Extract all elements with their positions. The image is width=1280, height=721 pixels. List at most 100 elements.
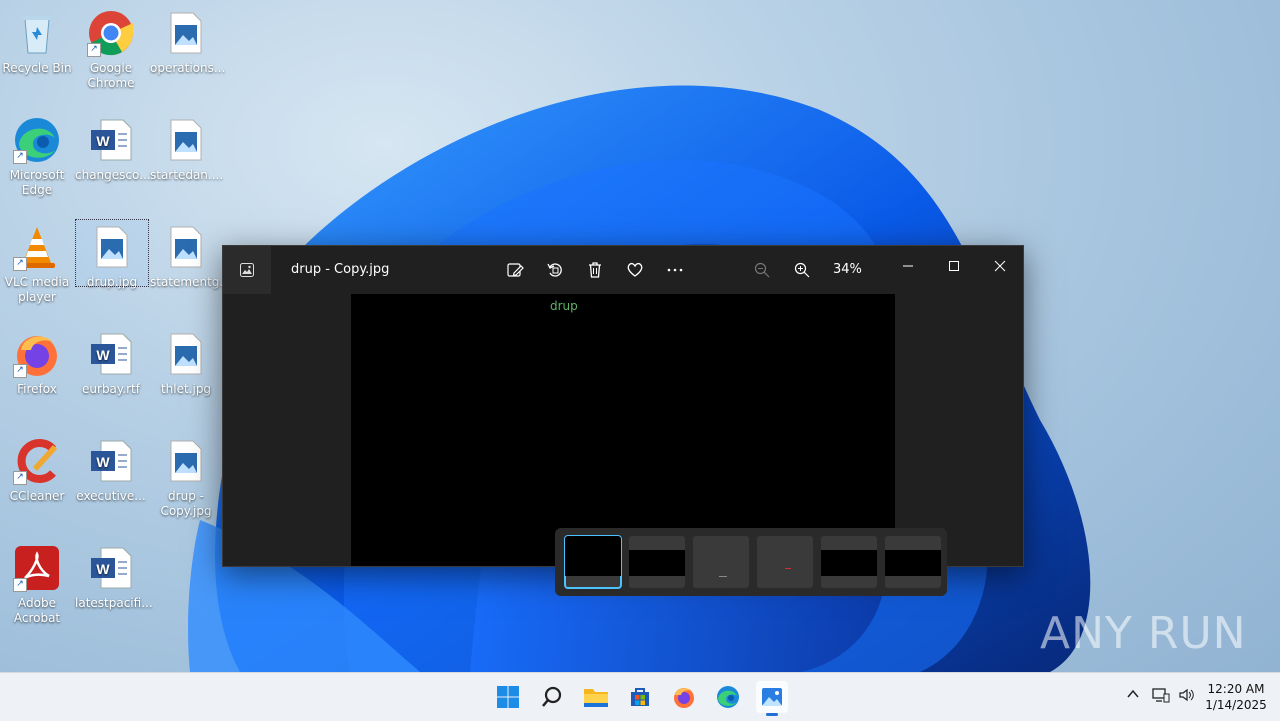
zoom-in-icon[interactable] bbox=[790, 258, 814, 282]
desktop-icon-label: latestpacifi... bbox=[75, 596, 153, 610]
thumbnail[interactable] bbox=[757, 536, 813, 588]
shortcut-arrow-icon: ↗ bbox=[13, 578, 27, 592]
desktop-icon-label: Google Chrome bbox=[87, 61, 135, 90]
image-file-icon bbox=[162, 437, 210, 485]
network-icon[interactable] bbox=[1152, 687, 1170, 706]
svg-text:W: W bbox=[96, 347, 110, 363]
desktop-icon-latestpacifi[interactable]: W latestpacifi... bbox=[75, 538, 153, 611]
thumbnail[interactable] bbox=[564, 535, 622, 589]
desktop-icon-label: VLC media player bbox=[4, 275, 70, 304]
taskbar: 12:20 AM 1/14/2025 bbox=[0, 672, 1280, 721]
desktop-icon-label: Microsoft Edge bbox=[9, 168, 65, 197]
more-icon[interactable] bbox=[663, 258, 687, 282]
desktop-icon-label: thlet.jpg bbox=[160, 382, 212, 396]
desktop-icon-statementg[interactable]: statementg... bbox=[150, 217, 231, 290]
watermark: ANY RUN bbox=[1040, 608, 1247, 659]
desktop-icon-drup-copy[interactable]: drup - Copy.jpg bbox=[150, 431, 222, 519]
rotate-icon[interactable] bbox=[543, 258, 567, 282]
desktop-icon-label: CCleaner bbox=[9, 489, 65, 503]
maximize-button[interactable] bbox=[931, 252, 977, 280]
thumbnail[interactable] bbox=[821, 536, 877, 588]
zoom-out-icon[interactable] bbox=[750, 258, 774, 282]
firefox-icon[interactable] bbox=[668, 681, 700, 713]
desktop-icon-label: statementg... bbox=[150, 275, 231, 289]
desktop-icon-startedan[interactable]: startedan.... bbox=[150, 110, 224, 183]
thumbnail[interactable] bbox=[629, 536, 685, 588]
vlc-cone-icon: ↗ bbox=[13, 223, 61, 271]
chrome-icon: ↗ bbox=[87, 9, 135, 57]
desktop-icon-drup-jpg[interactable]: drup.jpg bbox=[75, 219, 149, 289]
image-file-icon bbox=[88, 223, 136, 271]
delete-icon[interactable] bbox=[583, 258, 607, 282]
image-content-text: drup bbox=[550, 299, 578, 313]
window-title: drup - Copy.jpg bbox=[291, 262, 390, 277]
svg-text:W: W bbox=[96, 561, 110, 577]
desktop-icon-ccleaner[interactable]: ↗ CCleaner bbox=[1, 431, 73, 504]
desktop-icon-label: drup - Copy.jpg bbox=[160, 489, 212, 518]
svg-text:W: W bbox=[96, 133, 110, 149]
recycle-bin-icon bbox=[13, 9, 61, 57]
acrobat-icon: ↗ bbox=[13, 544, 61, 592]
photos-app-icon[interactable] bbox=[223, 246, 271, 294]
desktop-icon-label: drup.jpg bbox=[86, 275, 138, 289]
desktop-icon-eurbay[interactable]: W eurbay.rtf bbox=[75, 324, 147, 397]
image-file-icon bbox=[162, 330, 210, 378]
word-document-icon: W bbox=[87, 544, 135, 592]
word-document-icon: W bbox=[87, 116, 135, 164]
desktop-icon-thlet[interactable]: thlet.jpg bbox=[150, 324, 222, 397]
title-bar[interactable]: drup - Copy.jpg 34% bbox=[223, 246, 1023, 294]
clock[interactable]: 12:20 AM 1/14/2025 bbox=[1196, 681, 1276, 713]
edge-icon[interactable] bbox=[712, 681, 744, 713]
favorite-icon[interactable] bbox=[623, 258, 647, 282]
photos-icon[interactable] bbox=[756, 681, 788, 716]
desktop-icon-label: startedan.... bbox=[150, 168, 224, 182]
word-document-icon: W bbox=[87, 330, 135, 378]
desktop-icon-google-chrome[interactable]: ↗ Google Chrome bbox=[75, 3, 147, 91]
edit-image-icon[interactable] bbox=[503, 258, 527, 282]
desktop-icon-label: changesco... bbox=[75, 168, 151, 182]
shortcut-arrow-icon: ↗ bbox=[13, 471, 27, 485]
volume-icon[interactable] bbox=[1178, 687, 1196, 706]
shortcut-arrow-icon: ↗ bbox=[13, 257, 27, 271]
image-file-icon bbox=[162, 116, 210, 164]
clock-time: 12:20 AM bbox=[1207, 682, 1265, 696]
desktop-icon-label: Recycle Bin bbox=[2, 61, 72, 75]
desktop-icon-operations[interactable]: operations... bbox=[150, 3, 226, 76]
shortcut-arrow-icon: ↗ bbox=[87, 43, 101, 57]
minimize-button[interactable] bbox=[885, 252, 931, 280]
clock-date: 1/14/2025 bbox=[1205, 698, 1267, 712]
desktop-icon-firefox[interactable]: ↗ Firefox bbox=[1, 324, 73, 397]
start-icon[interactable] bbox=[492, 681, 524, 713]
file-explorer-icon[interactable] bbox=[580, 681, 612, 713]
desktop-icon-executive[interactable]: W executive... bbox=[75, 431, 147, 504]
image-viewport[interactable]: drup bbox=[351, 294, 947, 596]
desktop-icon-recycle-bin[interactable]: Recycle Bin bbox=[1, 3, 73, 76]
image-file-icon bbox=[162, 223, 210, 271]
filmstrip[interactable] bbox=[555, 528, 947, 596]
search-icon[interactable] bbox=[536, 681, 568, 713]
close-button[interactable] bbox=[977, 252, 1023, 280]
zoom-level[interactable]: 34% bbox=[833, 262, 862, 277]
ccleaner-icon: ↗ bbox=[13, 437, 61, 485]
photos-window[interactable]: drup - Copy.jpg 34% drup bbox=[222, 245, 1024, 596]
desktop-icon-label: operations... bbox=[150, 61, 226, 75]
desktop-icon-label: Firefox bbox=[17, 382, 57, 396]
shortcut-arrow-icon: ↗ bbox=[13, 364, 27, 378]
thumbnail[interactable] bbox=[693, 536, 749, 588]
image-file-icon bbox=[162, 9, 210, 57]
desktop-icon-label: eurbay.rtf bbox=[82, 382, 140, 396]
chevron-up-icon[interactable] bbox=[1126, 687, 1140, 704]
thumbnail[interactable] bbox=[885, 536, 941, 588]
desktop-icon-vlc[interactable]: ↗ VLC media player bbox=[1, 217, 73, 305]
shortcut-arrow-icon: ↗ bbox=[13, 150, 27, 164]
firefox-icon: ↗ bbox=[13, 330, 61, 378]
desktop-icon-adobe-acrobat[interactable]: ↗ Adobe Acrobat bbox=[1, 538, 73, 626]
desktop-icon-label: executive... bbox=[76, 489, 146, 503]
desktop-icon-microsoft-edge[interactable]: ↗ Microsoft Edge bbox=[1, 110, 73, 198]
desktop-icon-label: Adobe Acrobat bbox=[13, 596, 61, 625]
svg-text:W: W bbox=[96, 454, 110, 470]
desktop-icon-changesco[interactable]: W changesco... bbox=[75, 110, 151, 183]
word-document-icon: W bbox=[87, 437, 135, 485]
store-icon[interactable] bbox=[624, 681, 656, 713]
edge-icon: ↗ bbox=[13, 116, 61, 164]
